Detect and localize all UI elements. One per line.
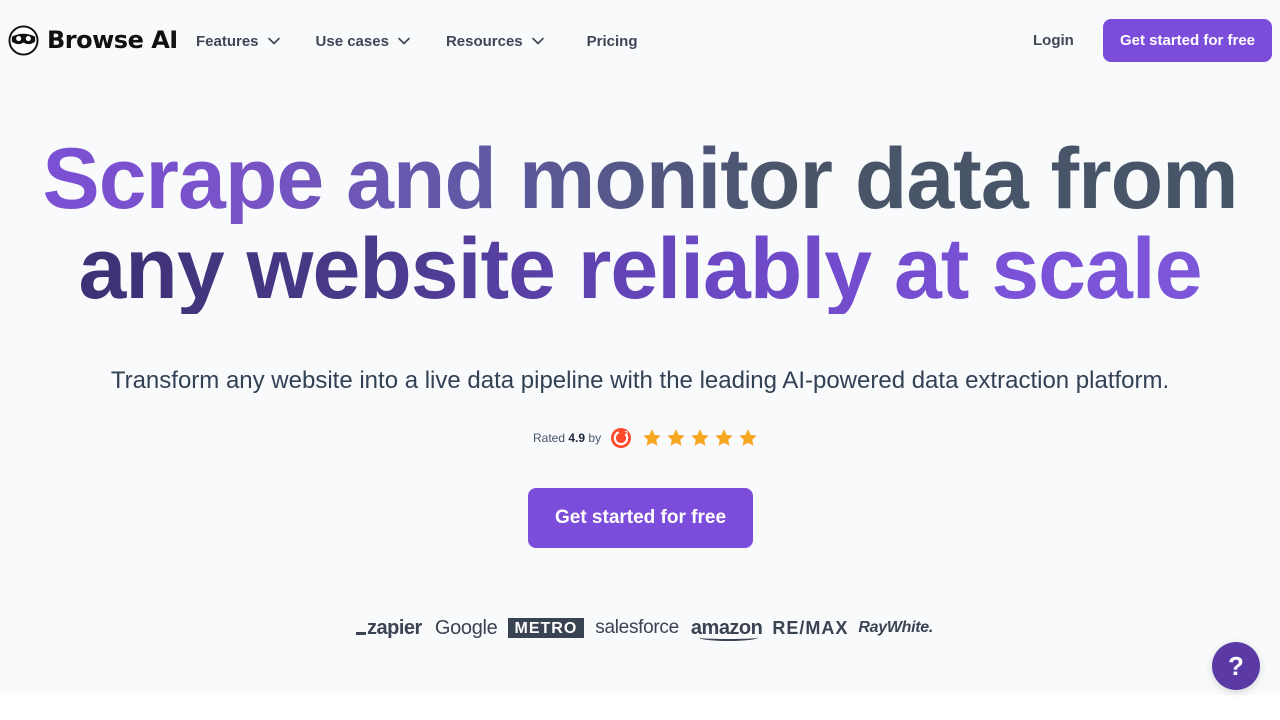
login-link[interactable]: Login bbox=[1033, 30, 1074, 52]
menu-use-cases[interactable]: Use cases bbox=[316, 30, 411, 52]
hero-get-started-button[interactable]: Get started for free bbox=[528, 488, 753, 548]
g2-icon: 2 bbox=[611, 428, 632, 448]
logo-google: Google bbox=[434, 617, 498, 639]
logo-salesforce: salesforce bbox=[595, 617, 679, 638]
logo-amazon: amazon bbox=[691, 612, 763, 644]
star-icon bbox=[739, 429, 757, 446]
hero-title-line-1: Scrape and monitor data from bbox=[0, 134, 1280, 224]
hero-title: Scrape and monitor data from any website… bbox=[0, 134, 1280, 314]
rating-badge: Rated 4.9 by 2 bbox=[533, 426, 759, 450]
rating-text: Rated 4.9 by bbox=[533, 431, 601, 445]
robot-logo-icon bbox=[8, 25, 39, 56]
hero-title-line-2: any website reliably at scale bbox=[0, 224, 1280, 314]
browse-ai-logo[interactable]: Browse AI bbox=[8, 25, 178, 56]
star-icon bbox=[715, 429, 733, 446]
rating-prefix: Rated bbox=[533, 431, 566, 445]
header-get-started-button[interactable]: Get started for free bbox=[1103, 19, 1272, 62]
star-icon bbox=[691, 429, 709, 446]
logo-remax: RE/MAX bbox=[772, 618, 849, 638]
logo-zapier: zapier bbox=[356, 612, 422, 644]
menu-resources[interactable]: Resources bbox=[446, 30, 545, 52]
rating-suffix: by bbox=[588, 431, 602, 445]
logo-text: Browse AI bbox=[47, 26, 178, 54]
menu-resources-label: Resources bbox=[445, 32, 523, 50]
chevron-down-icon bbox=[398, 37, 410, 45]
rating-stars bbox=[641, 427, 759, 449]
hero-section: Browse AI Features Use cases Resources P… bbox=[0, 0, 1280, 695]
menu-features[interactable]: Features bbox=[196, 30, 281, 52]
menu-pricing[interactable]: Pricing bbox=[587, 30, 638, 52]
star-icon bbox=[667, 429, 685, 446]
top-navigation: Browse AI Features Use cases Resources P… bbox=[0, 0, 1280, 82]
chevron-down-icon bbox=[267, 37, 280, 45]
customer-logos: zapier Google METRO salesforce amazon RE… bbox=[356, 612, 933, 644]
chevron-down-icon bbox=[531, 37, 544, 45]
menu-pricing-label: Pricing bbox=[586, 32, 638, 50]
svg-text:2: 2 bbox=[624, 431, 628, 438]
star-icon bbox=[643, 429, 661, 446]
logo-metro: METRO bbox=[507, 618, 585, 638]
hero-subtitle: Transform any website into a live data p… bbox=[110, 367, 1170, 394]
menu-features-label: Features bbox=[196, 32, 259, 50]
help-chat-button[interactable]: ? bbox=[1212, 642, 1260, 690]
rating-score: 4.9 bbox=[568, 431, 586, 445]
menu-use-cases-label: Use cases bbox=[315, 32, 389, 50]
main-menu: Features Use cases Resources Pricing bbox=[196, 30, 638, 52]
logo-raywhite: RayWhite. bbox=[858, 619, 934, 636]
